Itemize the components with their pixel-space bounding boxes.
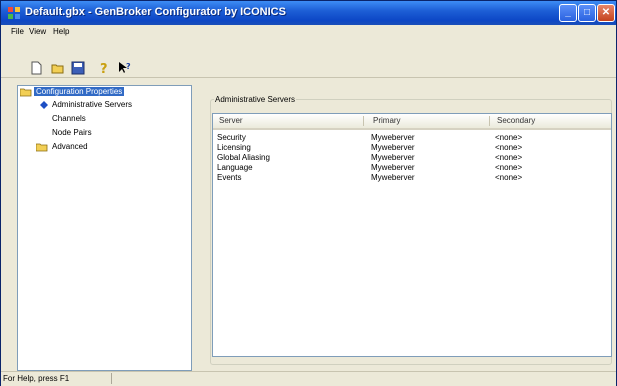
status-text: For Help, press F1 [3,374,70,383]
minimize-button[interactable]: _ [559,4,577,22]
cell-secondary: <none> [495,153,523,162]
app-window: Default.gbx - GenBroker Configurator by … [0,0,617,386]
group-label: Administrative Servers [214,95,297,104]
app-icon [8,7,20,19]
cell-primary: Myweberver [371,143,415,152]
cell-secondary: <none> [495,173,523,182]
tree-view[interactable]: Configuration Properties Administrative … [17,85,192,371]
cell-server: Security [217,133,246,142]
cell-server: Licensing [217,143,251,152]
context-help-icon[interactable]: ? [117,61,131,75]
cell-server: Language [217,163,253,172]
cell-server: Events [217,173,242,182]
save-icon[interactable] [71,61,85,75]
toolbar: ? ? [1,39,616,78]
column-header-secondary[interactable]: Secondary [497,116,535,125]
menu-view[interactable]: View [29,27,46,36]
cell-secondary: <none> [495,163,523,172]
maximize-button[interactable]: □ [578,4,596,22]
window-title: Default.gbx - GenBroker Configurator by … [25,6,286,18]
open-icon[interactable] [51,61,65,75]
menu-file[interactable]: File [11,27,24,36]
tree-item-label: Node Pairs [52,128,92,137]
cell-primary: Myweberver [371,173,415,182]
help-icon[interactable]: ? [97,61,111,75]
close-button[interactable]: ✕ [597,4,615,22]
column-separator[interactable] [489,116,490,126]
tree-item-label: Administrative Servers [52,100,133,109]
tree-item-channels[interactable]: Channels [52,114,86,123]
column-header-primary[interactable]: Primary [373,116,401,125]
cell-primary: Myweberver [371,133,415,142]
svg-text:?: ? [100,62,108,75]
tree-root-label: Configuration Properties [34,87,125,96]
diamond-icon [40,101,48,109]
folder-open-icon [20,88,32,97]
tree-item-node-pairs[interactable]: Node Pairs [52,128,92,137]
column-separator[interactable] [363,116,364,126]
title-bar[interactable]: Default.gbx - GenBroker Configurator by … [1,1,616,25]
cell-primary: Myweberver [371,153,415,162]
menu-help[interactable]: Help [53,27,69,36]
folder-icon [36,143,48,152]
tree-item-label: Advanced [52,142,88,151]
cell-server: Global Aliasing [217,153,270,162]
list-header: Server Primary Secondary [213,114,611,130]
new-icon[interactable] [29,61,43,75]
menu-bar: File View Help [1,25,616,39]
status-bar: For Help, press F1 [1,371,616,386]
tree-item-label: Channels [52,114,86,123]
servers-list[interactable]: Server Primary Secondary Security Mywebe… [212,113,612,357]
svg-text:?: ? [126,62,131,71]
cell-primary: Myweberver [371,163,415,172]
cell-secondary: <none> [495,133,523,142]
column-header-server[interactable]: Server [219,116,243,125]
cell-secondary: <none> [495,143,523,152]
